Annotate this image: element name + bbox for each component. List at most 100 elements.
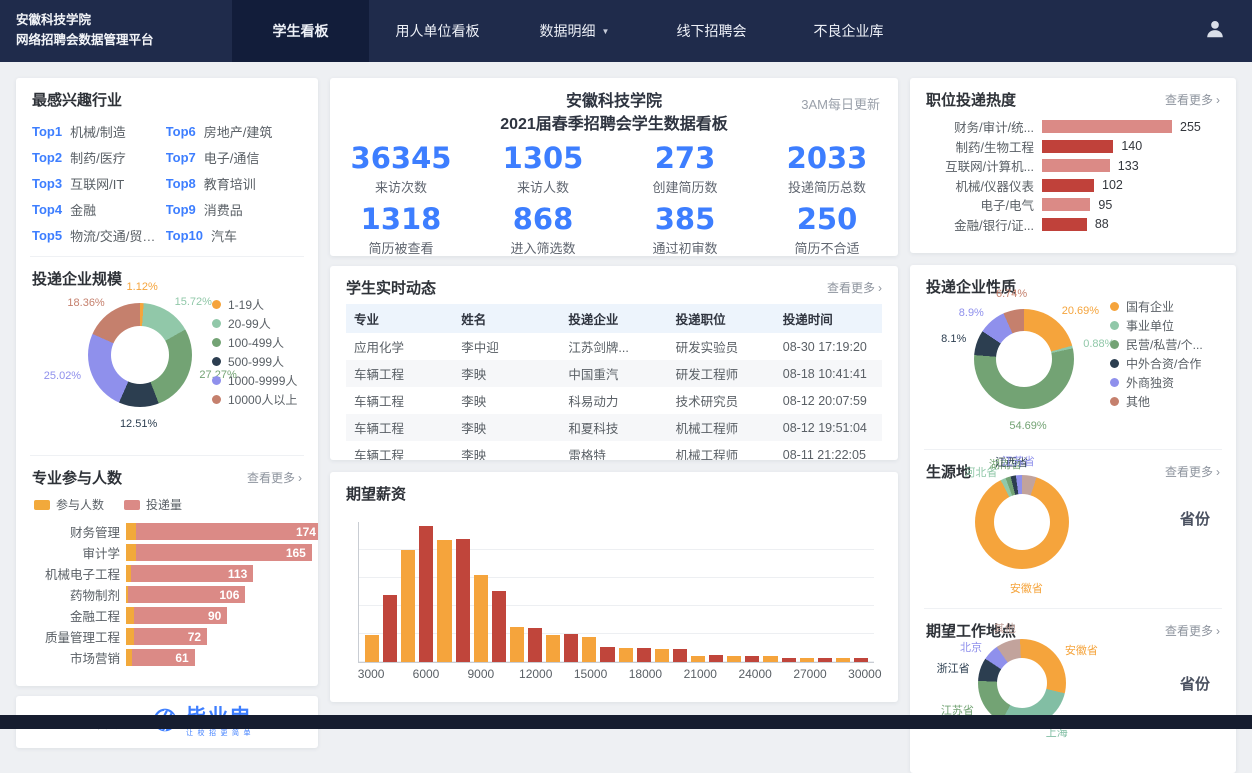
major-bar[interactable]: 165 [126, 544, 312, 561]
legend-item[interactable]: 其他 [1110, 392, 1228, 411]
major-bar[interactable]: 61 [126, 649, 302, 666]
salary-bar[interactable] [564, 634, 578, 662]
student-activity-more-link[interactable]: 查看更多› [827, 279, 882, 296]
user-avatar-button[interactable] [1190, 0, 1240, 62]
heat-bar[interactable] [1042, 218, 1087, 231]
card-overview-stats: 安徽科技学院 2021届春季招聘会学生数据看板 3AM每日更新 36345来访次… [330, 78, 898, 256]
donut-label: 8.9% [959, 307, 984, 319]
stat-value: 1305 [472, 142, 614, 174]
heat-bar[interactable] [1042, 140, 1113, 153]
salary-bar[interactable] [836, 658, 850, 662]
major-bar-label: 金融工程 [32, 606, 120, 625]
nav-tab-4[interactable]: 线下招聘会 [643, 0, 780, 62]
legend-swatch [34, 500, 50, 510]
major-bar[interactable]: 106 [126, 586, 302, 603]
major-bar[interactable]: 72 [126, 628, 302, 645]
salary-bar[interactable] [673, 649, 687, 662]
salary-histogram[interactable] [358, 522, 874, 663]
major-bar[interactable]: 113 [126, 565, 302, 582]
company-scale-donut[interactable]: 1.12%15.72%27.27%12.51%25.02%18.36% [32, 289, 242, 423]
donut-label: 15.72% [175, 296, 212, 308]
salary-bar[interactable] [637, 648, 651, 662]
expected-salary-title: 期望薪资 [346, 483, 406, 504]
overview-stats-grid: 36345来访次数1305来访人数273创建简历数2033投递简历总数1318简… [330, 142, 898, 256]
salary-bar[interactable] [365, 635, 379, 662]
dashboard-title-line2: 2021届春季招聘会学生数据看板 [330, 113, 898, 136]
legend-item[interactable]: 100-499人 [212, 333, 304, 352]
nav-tab-3[interactable]: 数据明细▼ [506, 0, 643, 62]
nav-tab-2[interactable]: 用人单位看板 [369, 0, 506, 62]
table-cell: 研发实验员 [668, 333, 775, 360]
major-bar[interactable]: 90 [126, 607, 302, 624]
table-cell: 机械工程师 [668, 441, 775, 460]
table-header-cell: 专业 [346, 304, 453, 333]
salary-bar[interactable] [528, 628, 542, 662]
nav-tab-label: 不良企业库 [814, 21, 884, 41]
heat-bar-label: 制药/生物工程 [926, 137, 1034, 156]
salary-bar[interactable] [456, 539, 470, 662]
salary-bar[interactable] [492, 591, 506, 662]
salary-bar[interactable] [709, 655, 723, 662]
salary-bar[interactable] [727, 656, 741, 662]
heat-bar-row: 机械/仪器仪表102 [926, 176, 1220, 196]
legend-item[interactable]: 1000-9999人 [212, 371, 304, 390]
salary-bar[interactable] [619, 648, 633, 662]
salary-bar[interactable] [401, 550, 415, 662]
legend-swatch [212, 338, 221, 347]
heat-bar-row: 电子/电气95 [926, 195, 1220, 215]
heat-bar[interactable] [1042, 179, 1094, 192]
donut-label: 其他 [994, 620, 1016, 636]
legend-item[interactable]: 1-19人 [212, 295, 304, 314]
major-bar-label: 药物制剂 [32, 585, 120, 604]
salary-bar[interactable] [854, 658, 868, 662]
legend-swatch [124, 500, 140, 510]
origin-more-link[interactable]: 查看更多› [1165, 463, 1220, 480]
legend-item[interactable]: 民营/私营/个... [1110, 335, 1228, 354]
salary-bar[interactable] [691, 656, 705, 662]
nav-tab-5[interactable]: 不良企业库 [780, 0, 917, 62]
salary-bar[interactable] [437, 540, 451, 662]
salary-bar[interactable] [818, 658, 832, 662]
salary-bar[interactable] [763, 656, 777, 662]
card-expected-salary: 期望薪资 30006000900012000150001800021000240… [330, 472, 898, 702]
table-cell: 车辆工程 [346, 387, 453, 414]
salary-bar[interactable] [782, 658, 796, 662]
company-nature-donut[interactable]: 20.69%0.88%54.69%8.1%8.9%6.74% [924, 293, 1114, 423]
nav-tab-1[interactable]: 学生看板 [232, 0, 369, 62]
position-heat-more-link[interactable]: 查看更多› [1165, 91, 1220, 108]
heat-bar-label: 金融/银行/证... [926, 215, 1034, 234]
salary-bar[interactable] [546, 635, 560, 662]
heat-bar[interactable] [1042, 120, 1172, 133]
legend-label: 100-499人 [228, 334, 284, 351]
salary-bar[interactable] [474, 575, 488, 662]
legend-item[interactable]: 国有企业 [1110, 297, 1228, 316]
legend-item[interactable]: 外商独资 [1110, 373, 1228, 392]
major-bar-label: 市场营销 [32, 648, 120, 667]
salary-bar[interactable] [582, 637, 596, 662]
salary-bar[interactable] [510, 627, 524, 662]
salary-bar[interactable] [419, 526, 433, 662]
legend-item[interactable]: 参与人数 [34, 495, 104, 514]
legend-item[interactable]: 事业单位 [1110, 316, 1228, 335]
salary-bar[interactable] [745, 656, 759, 662]
legend-item[interactable]: 中外合资/合作 [1110, 354, 1228, 373]
legend-item[interactable]: 投递量 [124, 495, 182, 514]
salary-bar[interactable] [600, 647, 614, 662]
origin-donut[interactable]: 安徽省河北省湖南省江西省江苏省 [924, 460, 1124, 580]
salary-bar[interactable] [383, 595, 397, 662]
legend-item[interactable]: 10000人以上 [212, 390, 304, 409]
heat-bar[interactable] [1042, 198, 1090, 211]
heat-bar[interactable] [1042, 159, 1110, 172]
salary-bar[interactable] [800, 658, 814, 662]
work-place-more-link[interactable]: 查看更多› [1165, 622, 1220, 639]
salary-bar[interactable] [655, 649, 669, 662]
legend-item[interactable]: 500-999人 [212, 352, 304, 371]
legend-swatch [212, 319, 221, 328]
position-heat-bars: 财务/审计/统...255制药/生物工程140互联网/计算机...133机械/仪… [926, 117, 1220, 234]
industry-item: Top2制药/医疗 [32, 144, 166, 170]
table-cell: 08-12 20:07:59 [775, 387, 882, 414]
legend-item[interactable]: 20-99人 [212, 314, 304, 333]
major-bar[interactable]: 174 [126, 523, 318, 540]
major-participation-more-link[interactable]: 查看更多› [247, 469, 302, 486]
section-company-scale: 投递企业规模 1.12%15.72%27.27%12.51%25.02%18.3… [16, 257, 318, 455]
